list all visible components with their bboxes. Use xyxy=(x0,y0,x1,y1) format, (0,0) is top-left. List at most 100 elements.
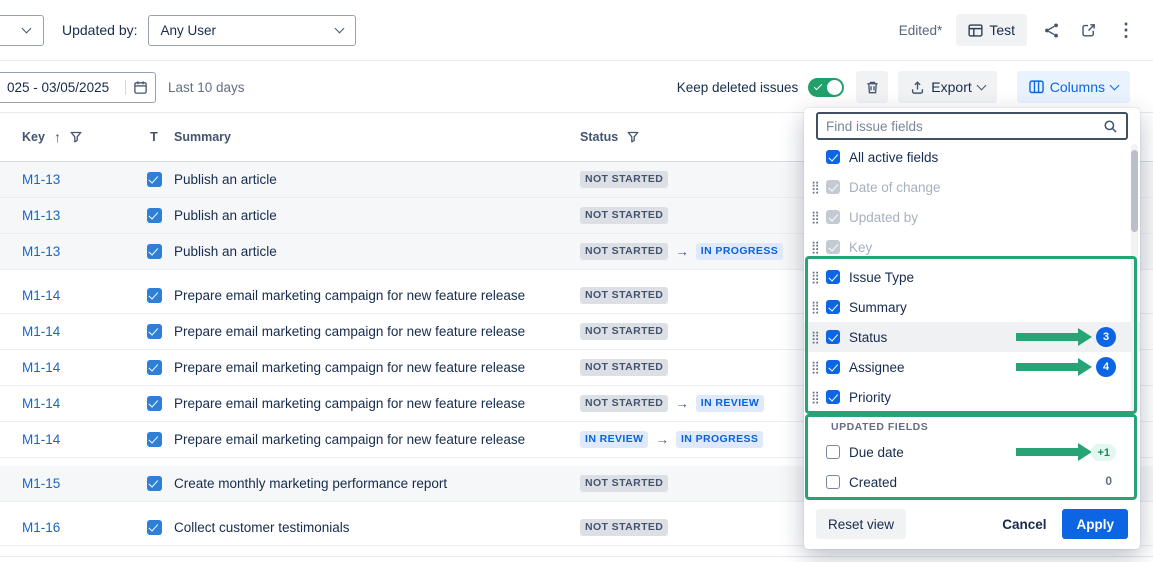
field-checkbox[interactable] xyxy=(826,360,840,374)
field-checkbox xyxy=(826,180,840,194)
columns-icon xyxy=(1029,80,1044,94)
field-row-issue-type[interactable]: ⣿Issue Type xyxy=(804,262,1140,292)
more-menu-button[interactable]: ⋮ xyxy=(1113,17,1139,43)
field-row-all-active-fields[interactable]: All active fields xyxy=(804,142,1140,172)
field-row-priority[interactable]: ⣿ Priority xyxy=(804,382,1140,412)
filter-icon[interactable] xyxy=(627,131,639,143)
field-row-updated-by[interactable]: ⣿Updated by xyxy=(804,202,1140,232)
field-checkbox[interactable] xyxy=(826,300,840,314)
date-hint: Last 10 days xyxy=(168,80,245,95)
export-icon xyxy=(910,80,925,95)
search-input[interactable] xyxy=(826,119,1097,134)
field-row-date-of-change[interactable]: ⣿Date of change xyxy=(804,172,1140,202)
field-checkbox[interactable] xyxy=(826,445,840,459)
view-name-label: Test xyxy=(989,22,1015,38)
updated-by-value: Any User xyxy=(161,23,217,38)
field-checkbox[interactable] xyxy=(826,150,840,164)
cropped-dropdown[interactable] xyxy=(0,15,44,46)
drag-handle-icon[interactable]: ⣿ xyxy=(811,211,820,223)
field-label: Assignee xyxy=(849,360,905,375)
field-row-status[interactable]: ⣿Status3 xyxy=(804,322,1140,352)
delete-button[interactable] xyxy=(856,71,888,103)
issue-key-link[interactable]: M1-14 xyxy=(22,288,60,303)
share-button[interactable] xyxy=(1039,18,1064,43)
calendar-button[interactable] xyxy=(125,80,148,95)
issue-key-link[interactable]: M1-14 xyxy=(22,324,60,339)
annotation-arrow xyxy=(1016,328,1092,346)
task-type-icon xyxy=(147,244,162,259)
cancel-button[interactable]: Cancel xyxy=(1002,517,1046,532)
issue-summary: Create monthly marketing performance rep… xyxy=(174,476,580,491)
task-type-icon xyxy=(147,396,162,411)
drag-handle-icon[interactable]: ⣿ xyxy=(811,181,820,193)
columns-label: Columns xyxy=(1050,79,1105,95)
find-fields-searchbox[interactable] xyxy=(816,112,1128,140)
drag-handle-icon[interactable]: ⣿ xyxy=(811,361,820,373)
field-row-created[interactable]: Created0 xyxy=(804,467,1140,497)
issue-summary: Publish an article xyxy=(174,208,580,223)
issue-key-link[interactable]: M1-14 xyxy=(22,360,60,375)
task-type-icon xyxy=(147,208,162,223)
chevron-down-icon xyxy=(1110,81,1120,91)
sort-ascending-icon[interactable]: ↑ xyxy=(54,129,61,145)
reset-view-button[interactable]: Reset view xyxy=(816,509,906,539)
view-name-button[interactable]: Test xyxy=(956,14,1027,46)
column-header-key[interactable]: Key ↑ xyxy=(22,129,134,145)
status-badge: IN PROGRESS xyxy=(696,243,783,261)
field-row-summary[interactable]: ⣿Summary xyxy=(804,292,1140,322)
open-in-new-button[interactable] xyxy=(1076,18,1101,43)
field-checkbox[interactable] xyxy=(826,390,840,404)
share-icon xyxy=(1043,22,1060,39)
apply-button[interactable]: Apply xyxy=(1062,509,1128,539)
key-header-label: Key xyxy=(22,130,45,144)
export-button[interactable]: Export xyxy=(898,71,996,103)
field-label: Status xyxy=(849,330,887,345)
drag-handle-icon[interactable]: ⣿ xyxy=(811,331,820,343)
status-badge: IN REVIEW xyxy=(580,431,648,449)
issue-summary: Prepare email marketing campaign for new… xyxy=(174,288,580,303)
updated-by-select[interactable]: Any User xyxy=(148,15,356,46)
issue-key-link[interactable]: M1-14 xyxy=(22,396,60,411)
task-type-icon xyxy=(147,432,162,447)
calendar-icon xyxy=(133,80,148,95)
issue-key-link[interactable]: M1-14 xyxy=(22,432,60,447)
column-header-type: T xyxy=(134,130,174,144)
field-checkbox[interactable] xyxy=(826,270,840,284)
drag-handle-icon[interactable]: ⣿ xyxy=(811,301,820,313)
field-label: Priority xyxy=(849,390,891,405)
issue-key-link[interactable]: M1-16 xyxy=(22,520,60,535)
field-checkbox[interactable] xyxy=(826,475,840,489)
drag-handle-icon[interactable]: ⣿ xyxy=(811,271,820,283)
status-badge: NOT STARTED xyxy=(580,395,668,413)
popup-scrollbar-thumb[interactable] xyxy=(1131,150,1138,232)
status-badge: NOT STARTED xyxy=(580,287,668,305)
keep-deleted-toggle[interactable] xyxy=(808,78,844,97)
issue-key-link[interactable]: M1-13 xyxy=(22,172,60,187)
issue-key-link[interactable]: M1-13 xyxy=(22,208,60,223)
field-checkbox[interactable] xyxy=(826,330,840,344)
columns-button[interactable]: Columns xyxy=(1017,71,1130,103)
updated-fields-section: UPDATED FIELDS Due date+1Created0 xyxy=(804,412,1140,497)
date-range-value: 025 - 03/05/2025 xyxy=(7,80,109,95)
status-badge: NOT STARTED xyxy=(580,171,668,189)
issue-summary: Prepare email marketing campaign for new… xyxy=(174,324,580,339)
filter-icon[interactable] xyxy=(70,131,82,143)
issue-key-link[interactable]: M1-15 xyxy=(22,476,60,491)
status-badge: NOT STARTED xyxy=(580,359,668,377)
task-type-icon xyxy=(147,288,162,303)
field-row-key[interactable]: ⣿Key xyxy=(804,232,1140,262)
status-transition-arrow: → xyxy=(655,432,669,447)
issue-summary: Prepare email marketing campaign for new… xyxy=(174,360,580,375)
updated-by-label: Updated by: xyxy=(62,22,138,38)
column-header-summary: Summary xyxy=(174,130,580,144)
annotation-arrow xyxy=(1016,443,1092,461)
issue-summary: Prepare email marketing campaign for new… xyxy=(174,396,580,411)
field-row-assignee[interactable]: ⣿Assignee4 xyxy=(804,352,1140,382)
drag-handle-icon[interactable]: ⣿ xyxy=(811,391,820,403)
date-range-input[interactable]: 025 - 03/05/2025 xyxy=(0,72,156,103)
issue-summary: Prepare email marketing campaign for new… xyxy=(174,432,580,447)
issue-key-link[interactable]: M1-13 xyxy=(22,244,60,259)
status-badge: NOT STARTED xyxy=(580,519,668,537)
field-row-due-date[interactable]: Due date+1 xyxy=(804,437,1140,467)
drag-handle-icon[interactable]: ⣿ xyxy=(811,241,820,253)
